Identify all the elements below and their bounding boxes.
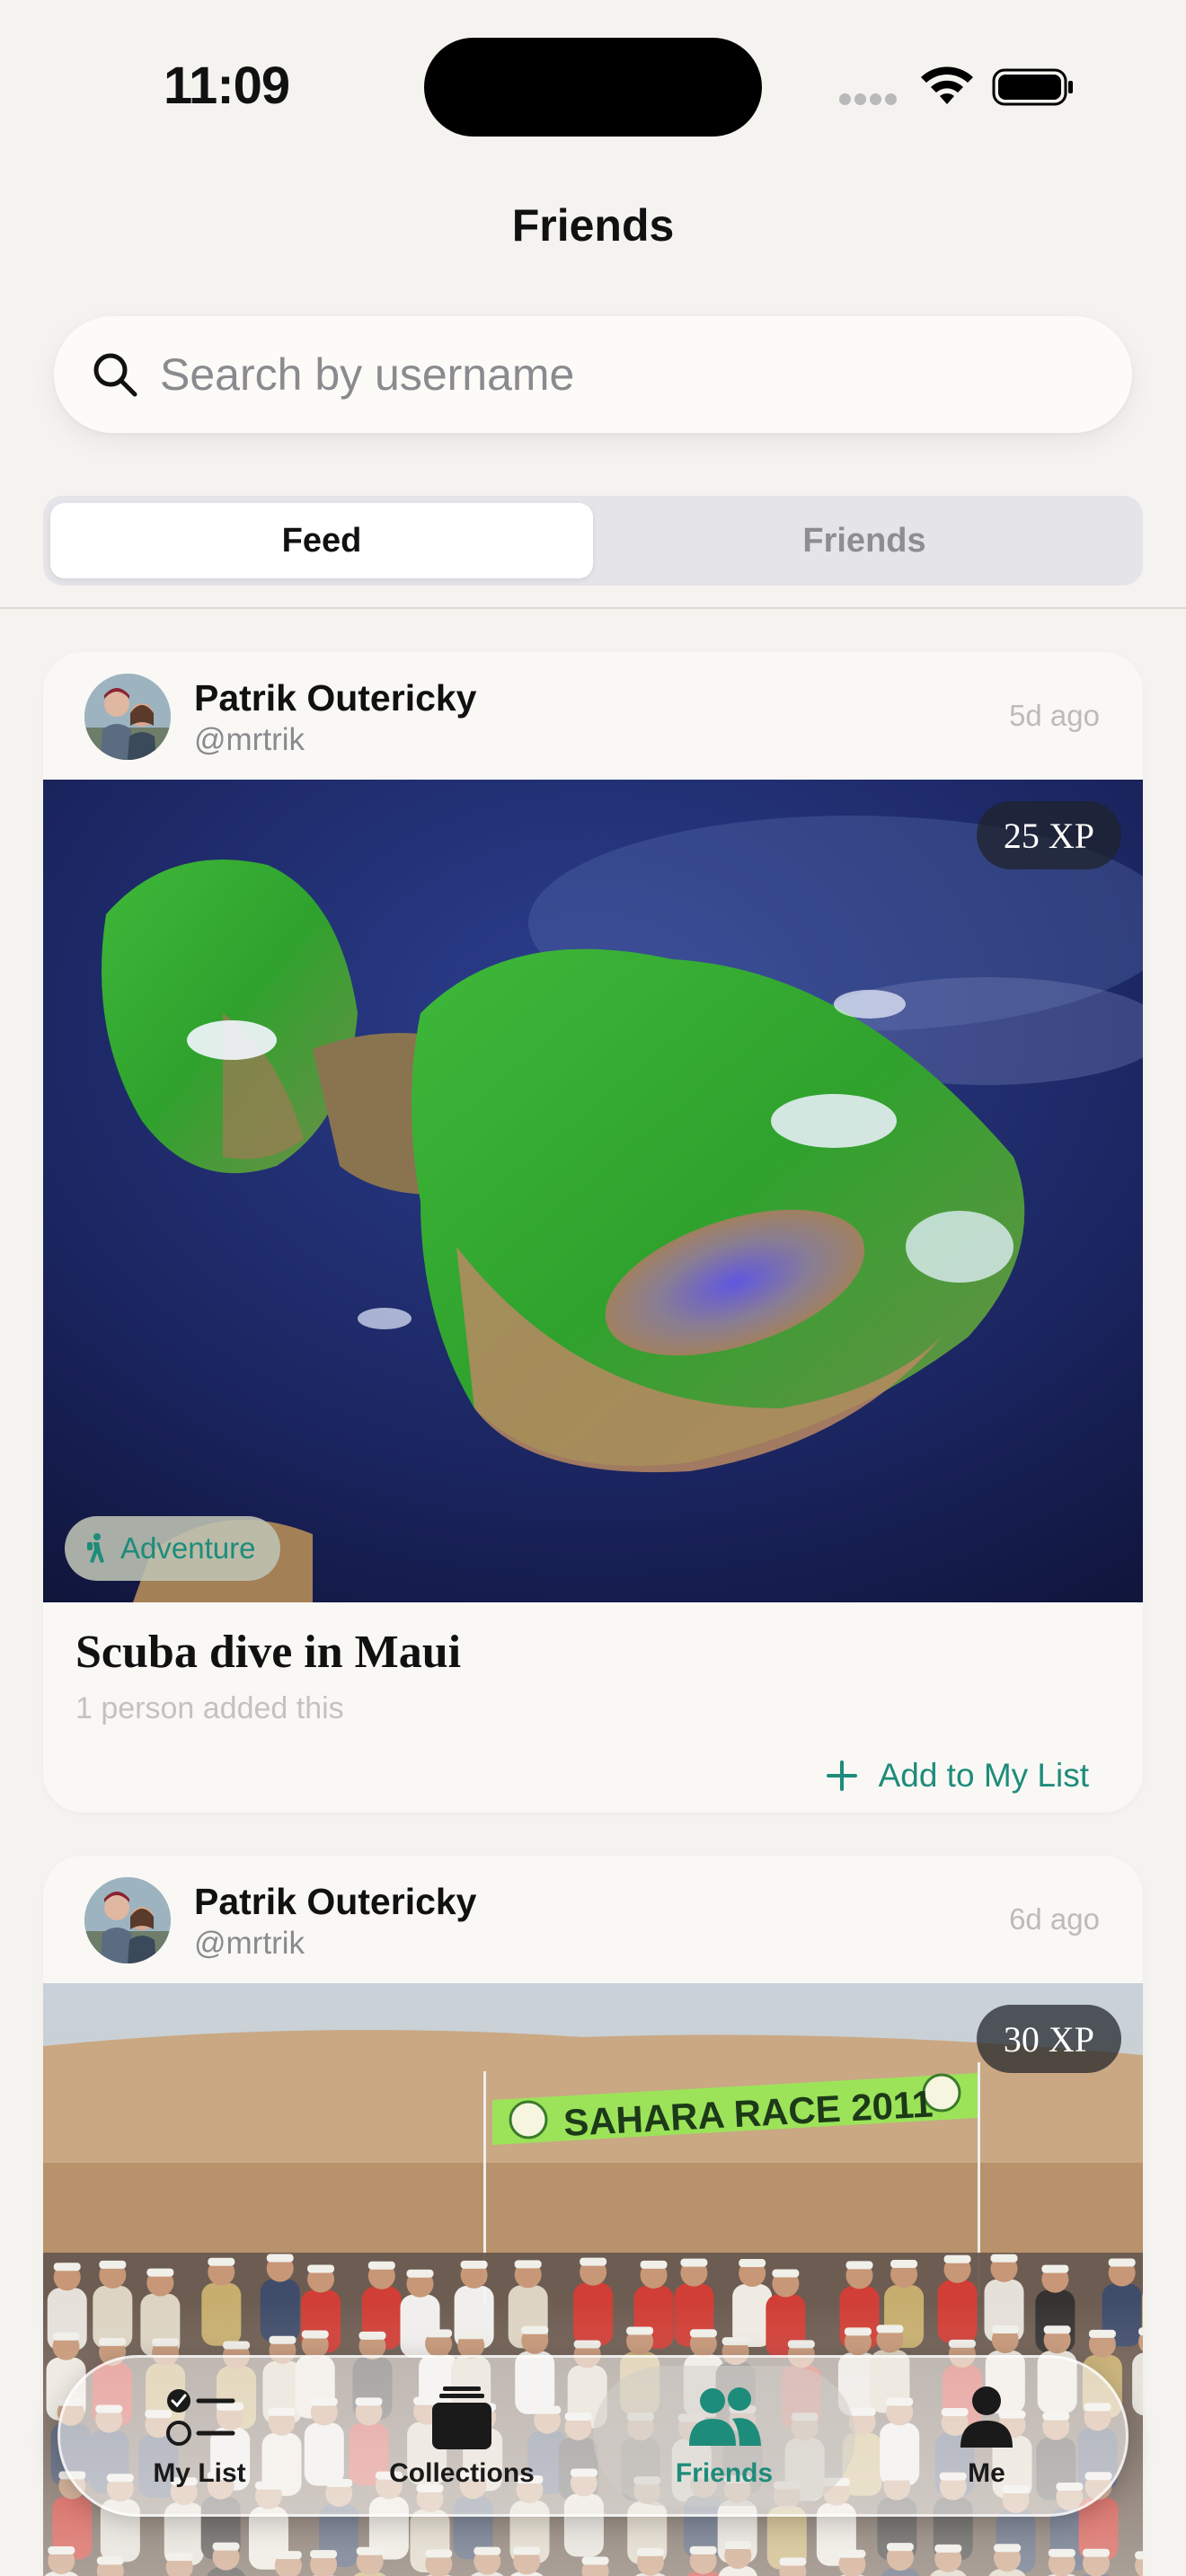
status-time: 11:09: [164, 57, 290, 115]
page-title: Friends: [511, 200, 675, 251]
divider: [0, 607, 1186, 609]
tab-me[interactable]: Me: [855, 2366, 1118, 2506]
xp-badge: 25 XP: [976, 801, 1121, 869]
post-time: 6d ago: [1009, 1902, 1100, 1936]
user-name[interactable]: Patrik Outericky: [194, 1881, 477, 1923]
tab-bar: My List Collections Friends Me: [58, 2355, 1128, 2517]
user-handle: @mrtrik: [194, 722, 305, 757]
user-handle: @mrtrik: [194, 1926, 305, 1961]
tab-label: My List: [153, 2458, 246, 2488]
status-bar: 11:09: [0, 0, 1186, 171]
tab-label: Friends: [675, 2458, 774, 2488]
tab-collections[interactable]: Collections: [331, 2366, 593, 2506]
cellular-signal-icon: [839, 93, 902, 106]
category-label: Adventure: [120, 1531, 256, 1565]
tab-label: Collections: [389, 2458, 535, 2488]
card-image-maui[interactable]: 25 XP Adventure: [43, 780, 1143, 1602]
segment-feed[interactable]: Feed: [50, 503, 593, 578]
search-input[interactable]: [160, 348, 1132, 401]
add-button-label: Add to My List: [878, 1757, 1089, 1794]
avatar[interactable]: [84, 1877, 171, 1963]
tab-label: Me: [968, 2458, 1005, 2488]
add-to-my-list-button[interactable]: Add to My List: [826, 1757, 1089, 1795]
stack-icon: [432, 2386, 491, 2449]
people-icon: [689, 2387, 761, 2446]
category-tag: Adventure: [65, 1516, 281, 1581]
feed-friends-segmented-control: Feed Friends: [43, 496, 1143, 586]
battery-icon: [992, 68, 1073, 106]
tab-friends[interactable]: Friends: [593, 2366, 855, 2506]
dynamic-island: [424, 38, 762, 137]
feed-card[interactable]: Patrik Outericky @mrtrik 5d ago 25 XP Ad…: [43, 652, 1143, 1813]
card-header: Patrik Outericky @mrtrik 5d ago: [43, 652, 1143, 780]
user-name[interactable]: Patrik Outericky: [194, 677, 477, 719]
card-header: Patrik Outericky @mrtrik 6d ago: [43, 1856, 1143, 1983]
avatar[interactable]: [84, 674, 171, 760]
hiker-icon: [87, 1533, 104, 1563]
post-time: 5d ago: [1009, 699, 1100, 732]
item-title: Scuba dive in Maui: [75, 1627, 462, 1678]
person-icon: [960, 2386, 1013, 2448]
added-count: 1 person added this: [75, 1691, 344, 1725]
checklist-icon: [166, 2389, 235, 2446]
tab-my-list[interactable]: My List: [68, 2366, 331, 2506]
segment-friends[interactable]: Friends: [593, 503, 1136, 578]
search-icon: [93, 353, 137, 397]
search-bar[interactable]: [54, 316, 1132, 433]
wifi-icon: [921, 66, 973, 104]
xp-badge: 30 XP: [976, 2005, 1121, 2073]
plus-icon: [826, 1760, 857, 1791]
